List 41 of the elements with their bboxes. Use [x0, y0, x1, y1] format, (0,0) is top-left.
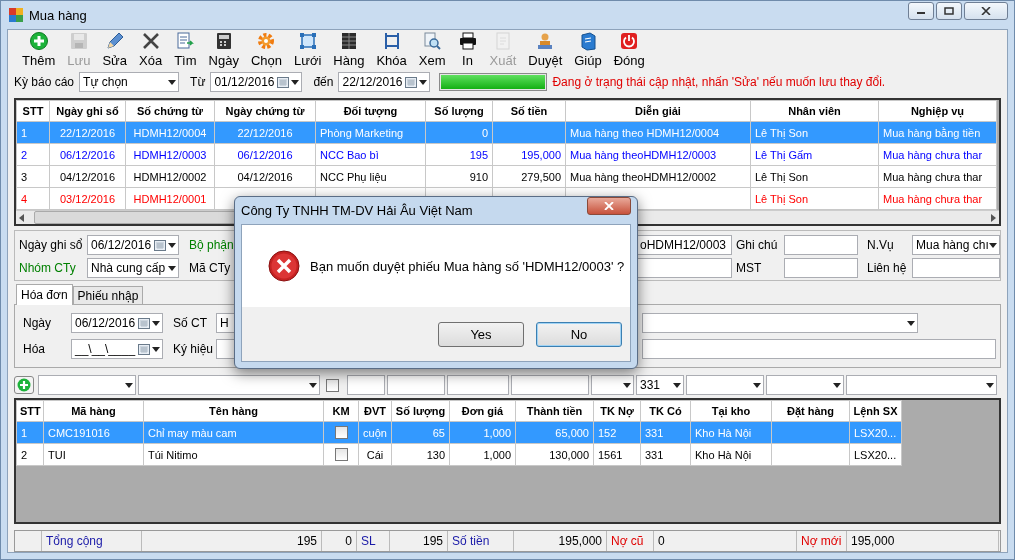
field-label: Ghi chú — [736, 238, 779, 252]
total-cell: Nợ mới — [797, 531, 847, 551]
total-cell: Nợ cũ — [607, 531, 654, 551]
table-cell: 2 — [16, 143, 50, 166]
total-cell: 195 — [142, 531, 322, 551]
total-cell: 0 — [322, 531, 357, 551]
total-cell: Tổng cộng — [42, 531, 142, 551]
field-label: Bộ phận — [189, 238, 235, 252]
table-cell: 4 — [16, 187, 50, 210]
table-cell: Mua hàng theo HDMH12/0004 — [565, 121, 751, 144]
field-label: MST — [736, 261, 763, 275]
total-cell: 195,000 — [514, 531, 607, 551]
field-label: N.Vụ — [867, 238, 895, 252]
field-label: Ký hiệu — [173, 342, 213, 356]
field-label: Hóa — [23, 342, 46, 356]
field-label: Kỳ báo cáo — [14, 75, 75, 89]
table-cell: 3 — [16, 165, 50, 188]
total-cell: 195,000 — [847, 531, 999, 551]
field-label: đến — [313, 75, 334, 89]
field-label: Ngày ghi sổ — [19, 238, 83, 252]
field-label: Liên hệ — [867, 261, 907, 275]
total-cell: Số tiền — [448, 531, 514, 551]
table-cell: 1 — [16, 121, 50, 144]
window-title: Mua hàng — [29, 7, 87, 23]
table-cell: 1 — [16, 421, 44, 444]
dialog-message: Bạn muốn duyệt phiếu Mua hàng số 'HDMH12/0003' ? — [310, 258, 625, 274]
field-label: Số CT — [173, 316, 208, 330]
dialog-title: Công Ty TNHH TM-DV Hải Âu Việt Nam — [241, 203, 473, 218]
table-cell: Mua hàng theoHDMH12/0002 — [565, 165, 751, 188]
field-label: Mã CTy — [189, 261, 232, 275]
table-cell: 2 — [16, 443, 44, 466]
table-cell: Túi Nitimo — [143, 443, 324, 466]
field-label: Từ — [190, 75, 206, 89]
total-cell: 195 — [390, 531, 448, 551]
table-cell: Chỉ may màu cam — [143, 421, 324, 444]
total-cell: SL — [357, 531, 390, 551]
field-label: Ngày — [23, 316, 52, 330]
status-message: Đang ở trạng thái cập nhật, nhấn 'Sửa' nếu muốn lưu thay đổi. — [552, 75, 886, 89]
table-cell: Mua hàng theoHDMH12/0003 — [565, 143, 751, 166]
total-cell: 0 — [654, 531, 797, 551]
field-label: Nhóm CTy — [19, 261, 77, 275]
